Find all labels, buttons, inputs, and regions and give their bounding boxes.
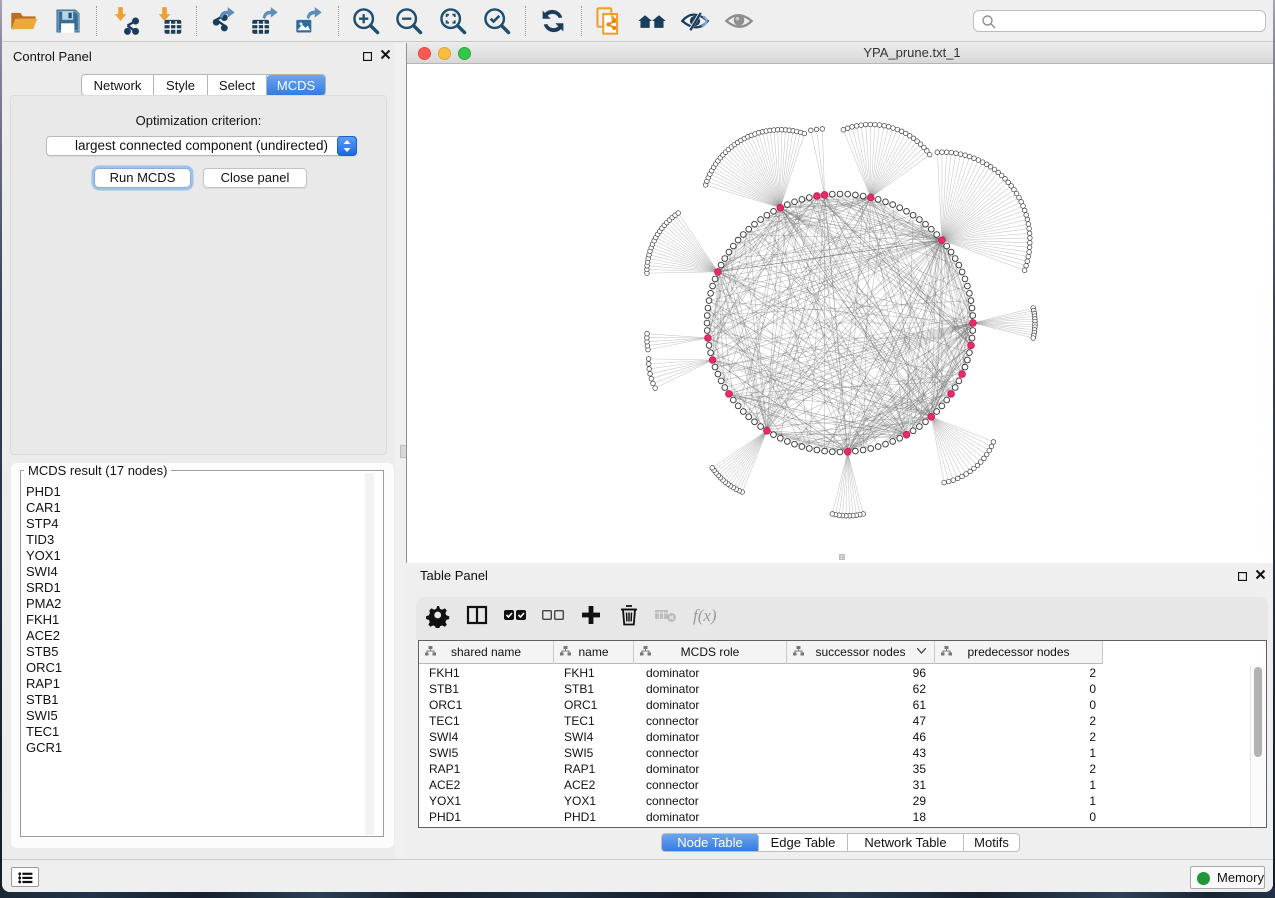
svg-text:f(x): f(x) <box>693 606 717 625</box>
